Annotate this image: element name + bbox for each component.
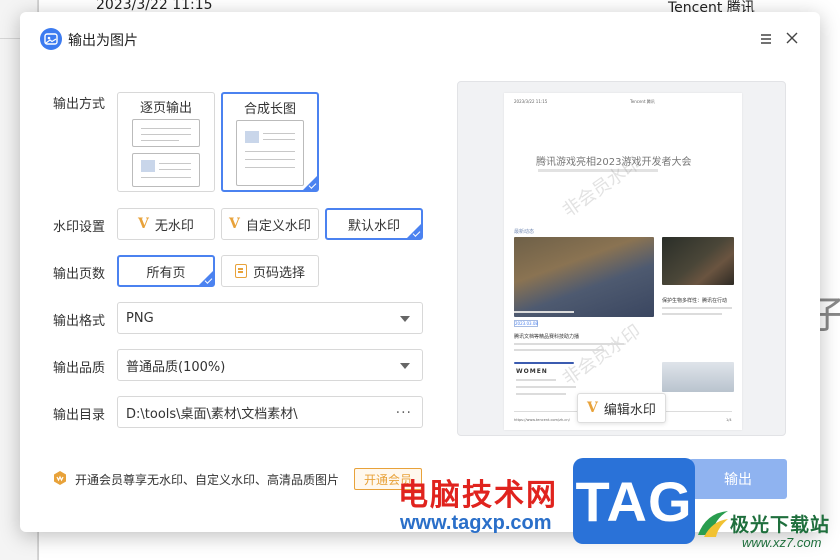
all-pages-button[interactable]: 所有页 bbox=[117, 255, 215, 287]
site-watermark-text: 电脑技术网 bbox=[398, 478, 558, 513]
page-thumbnail bbox=[132, 153, 200, 187]
quality-label: 输出品质 bbox=[53, 361, 106, 376]
preview-headline: 保护生物多样性：腾讯在行动 bbox=[662, 298, 728, 304]
preview-footer-page: 1/4 bbox=[726, 418, 732, 422]
edit-watermark-button[interactable]: V 编辑水印 bbox=[577, 393, 666, 423]
export-button[interactable]: 输出 bbox=[689, 459, 787, 499]
dialog-title: 输出为图片 bbox=[68, 33, 138, 49]
preview-header-date: 2023/3/22 11:15 bbox=[514, 99, 548, 104]
page-select-label: 页码选择 bbox=[252, 265, 305, 281]
mode-per-page-card[interactable]: 逐页输出 bbox=[117, 92, 215, 192]
chevron-down-icon bbox=[400, 363, 410, 369]
selected-check-icon bbox=[302, 175, 318, 191]
preview-women-text: WOMEN bbox=[516, 368, 548, 375]
site-watermark-url: www.tagxp.com bbox=[400, 512, 552, 534]
aurora-logo-url: www.xz7.com bbox=[742, 535, 822, 550]
custom-watermark-label: 自定义水印 bbox=[245, 218, 311, 234]
preview-tag: 2023.03.08 bbox=[514, 320, 538, 327]
format-label: 输出格式 bbox=[53, 314, 106, 329]
format-select[interactable]: PNG bbox=[117, 302, 423, 334]
page-icon bbox=[234, 264, 247, 278]
selected-check-icon bbox=[406, 223, 422, 239]
no-watermark-button[interactable]: V 无水印 bbox=[117, 208, 215, 240]
aurora-logo-icon bbox=[694, 505, 732, 543]
preview-footer-url: https://www.tencent.com/zh-cn/ bbox=[514, 418, 570, 422]
mode-long-image-card[interactable]: 合成长图 bbox=[221, 92, 319, 192]
mode-long-image-label: 合成长图 bbox=[243, 102, 296, 117]
directory-input[interactable]: D:\tools\桌面\素材\文档素材\ ··· bbox=[117, 396, 423, 428]
all-pages-label: 所有页 bbox=[146, 265, 186, 281]
vip-v-icon: V bbox=[587, 400, 598, 416]
quality-select[interactable]: 普通品质(100%) bbox=[117, 349, 423, 381]
preview-photo bbox=[662, 362, 734, 392]
default-watermark-label: 默认水印 bbox=[347, 218, 400, 234]
preview-headline: 腾讯文档等精品赛科技助力播 bbox=[514, 334, 580, 340]
watermark-label: 水印设置 bbox=[53, 220, 106, 235]
page-select-button[interactable]: 页码选择 bbox=[221, 255, 319, 287]
custom-watermark-button[interactable]: V 自定义水印 bbox=[221, 208, 319, 240]
format-value: PNG bbox=[126, 310, 154, 326]
aurora-logo-text: 极光下载站 bbox=[730, 514, 831, 536]
page-thumbnail bbox=[132, 119, 200, 147]
directory-label: 输出目录 bbox=[53, 408, 106, 423]
export-image-dialog: 输出为图片 输出方式 水印设置 输出页数 输出格式 输出品质 输出目录 逐页输出… bbox=[20, 12, 820, 532]
more-icon[interactable]: ··· bbox=[396, 405, 412, 421]
menu-icon[interactable] bbox=[759, 32, 773, 46]
quality-value: 普通品质(100%) bbox=[126, 359, 226, 375]
tag-logo: TAG bbox=[573, 458, 695, 544]
preview-photo bbox=[662, 237, 734, 285]
preview-section-title: 最新动态 bbox=[514, 229, 535, 235]
preview-page: 2023/3/22 11:15 Tencent 腾讯 腾讯游戏亮相2023游戏开… bbox=[504, 93, 742, 430]
selected-check-icon bbox=[198, 270, 214, 286]
directory-value: D:\tools\桌面\素材\文档素材\ bbox=[126, 406, 298, 422]
image-icon bbox=[40, 28, 62, 50]
chevron-down-icon bbox=[400, 316, 410, 322]
default-watermark-button[interactable]: 默认水印 bbox=[325, 208, 423, 240]
no-watermark-label: 无水印 bbox=[154, 218, 194, 234]
preview-watermark: 非会员水印 bbox=[558, 320, 645, 390]
long-image-thumbnail bbox=[236, 120, 304, 186]
vip-promo-text: 开通会员尊享无水印、自定义水印、高清品质图片 bbox=[75, 473, 340, 487]
vip-v-icon: V bbox=[229, 216, 240, 232]
vip-v-icon: V bbox=[138, 216, 149, 232]
preview-panel: 2023/3/22 11:15 Tencent 腾讯 腾讯游戏亮相2023游戏开… bbox=[457, 81, 786, 436]
mode-per-page-label: 逐页输出 bbox=[139, 101, 192, 116]
preview-photo bbox=[514, 237, 654, 317]
pages-label: 输出页数 bbox=[53, 267, 106, 282]
close-icon[interactable] bbox=[784, 30, 800, 46]
output-mode-label: 输出方式 bbox=[53, 97, 106, 112]
edit-watermark-label: 编辑水印 bbox=[603, 402, 656, 418]
preview-divider bbox=[514, 362, 574, 364]
preview-header-brand: Tencent 腾讯 bbox=[630, 99, 655, 104]
vip-crown-icon bbox=[53, 470, 67, 486]
